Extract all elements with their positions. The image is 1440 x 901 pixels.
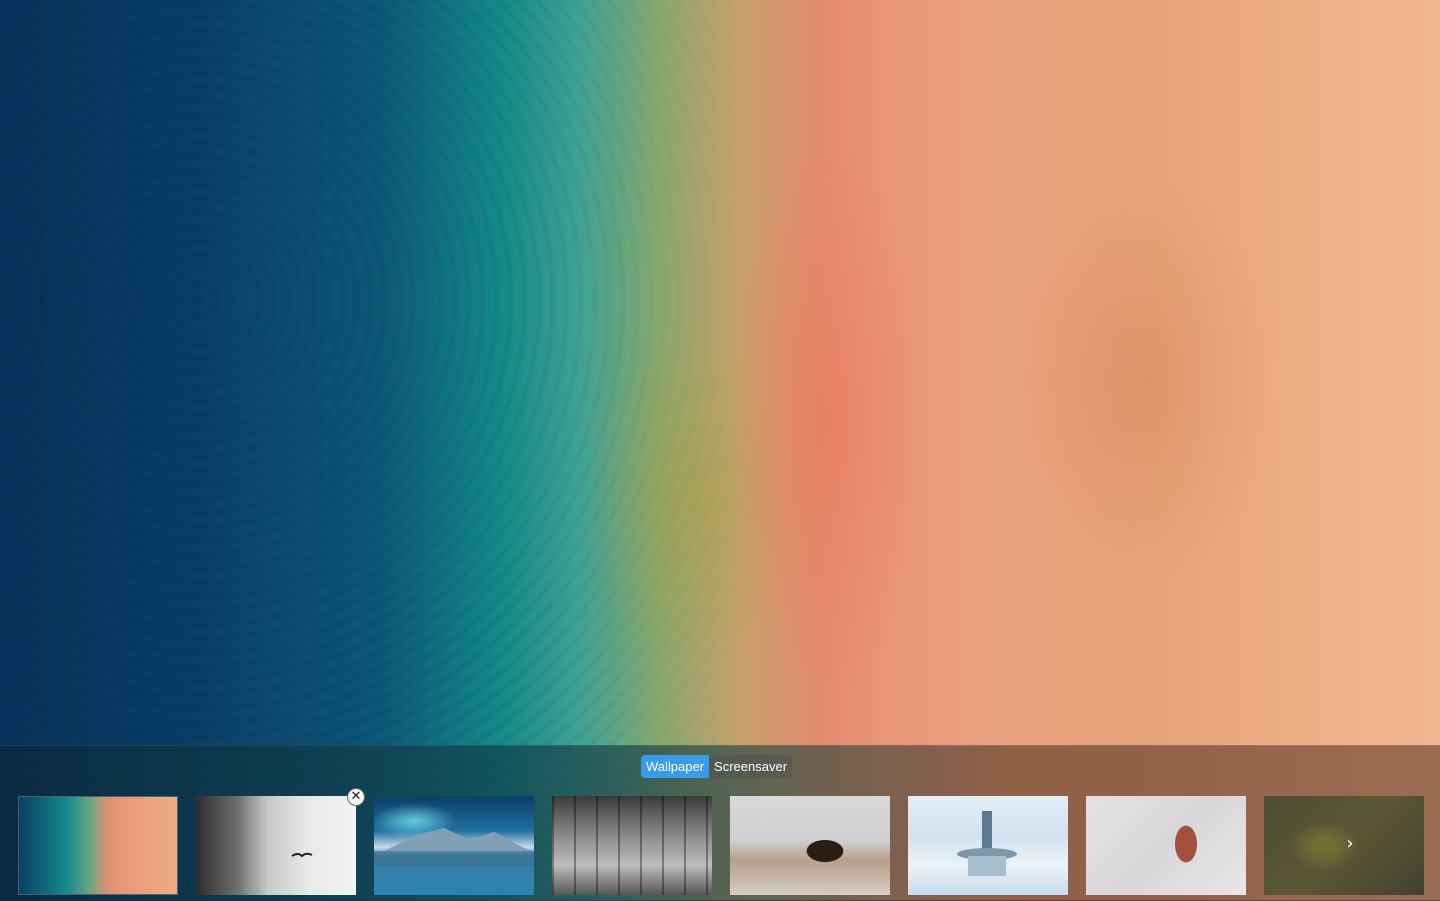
fountain-shape: [957, 811, 1017, 876]
close-icon[interactable]: ✕: [347, 788, 365, 806]
thumbnail-strip: [0, 795, 1440, 896]
wallpaper-thumbnail-cliff[interactable]: [196, 796, 356, 895]
wallpaper-thumbnail-leaf[interactable]: [1086, 796, 1246, 895]
mountain-shape: [374, 828, 534, 866]
wallpaper-tab[interactable]: Wallpaper: [641, 755, 710, 778]
wallpaper-thumbnail-workshop[interactable]: [552, 796, 712, 895]
screensaver-tab[interactable]: Screensaver: [709, 755, 793, 778]
workshop-thumbnail-image: [552, 796, 712, 895]
beach-thumbnail-image: [19, 797, 177, 894]
wallpaper-thumbnail-fountain[interactable]: [908, 796, 1068, 895]
wallpaper-selector-panel: Wallpaper Screensaver: [0, 745, 1440, 901]
mode-switch: Wallpaper Screensaver: [641, 755, 793, 778]
chevron-right-icon[interactable]: ›: [1340, 832, 1360, 856]
leaf-thumbnail-image: [1086, 796, 1246, 895]
bird-silhouette: [291, 852, 313, 858]
wallpaper-thumbnail-eagle[interactable]: [730, 796, 890, 895]
wallpaper-thumbnail-beach[interactable]: [18, 796, 178, 895]
eagle-thumbnail-image: [730, 796, 890, 895]
wallpaper-thumbnail-aurora[interactable]: [374, 796, 534, 895]
